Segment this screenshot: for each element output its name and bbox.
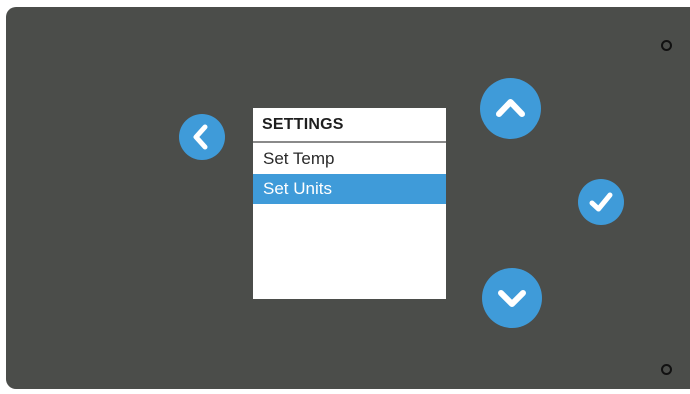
menu-item-set-units[interactable]: Set Units <box>253 174 446 204</box>
display-screen: SETTINGS Set Temp Set Units <box>253 108 446 299</box>
screen-title: SETTINGS <box>262 116 344 133</box>
down-button[interactable] <box>482 268 542 328</box>
menu-item-set-temp[interactable]: Set Temp <box>253 144 446 174</box>
confirm-button[interactable] <box>578 179 624 225</box>
chevron-down-icon <box>498 290 526 307</box>
chevron-up-icon <box>496 99 525 117</box>
checkmark-icon <box>589 192 613 212</box>
back-button[interactable] <box>179 114 225 160</box>
title-divider <box>253 141 446 143</box>
screw-top <box>661 40 672 51</box>
chevron-left-icon <box>193 124 208 150</box>
up-button[interactable] <box>480 78 541 139</box>
screw-bottom <box>661 364 672 375</box>
